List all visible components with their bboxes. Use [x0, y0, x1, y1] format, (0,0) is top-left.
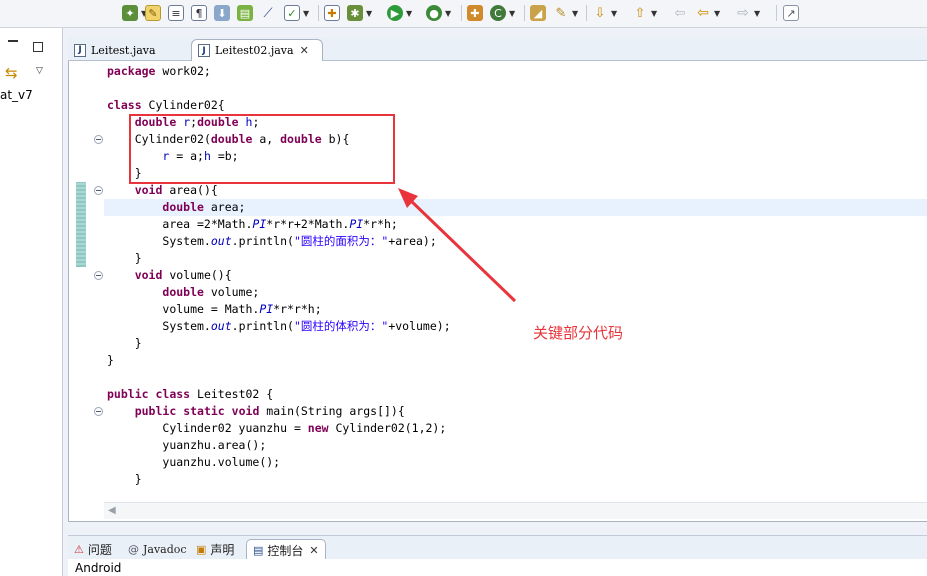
tab-declaration[interactable]: ▣ 声明: [196, 539, 234, 559]
tab-label: 问题: [87, 542, 112, 557]
declaration-icon: ▣: [196, 542, 207, 556]
problems-icon: ⚠: [74, 542, 84, 556]
annotation-label: 关键部分代码: [533, 324, 624, 342]
tab-label: Javadoc: [143, 542, 187, 556]
tab-problems[interactable]: ⚠ 问题: [74, 539, 112, 559]
close-icon[interactable]: ✕: [309, 544, 318, 557]
annotation-arrow-line: [406, 196, 517, 303]
console-icon: ▤: [253, 543, 264, 557]
annotation-arrow: [398, 188, 517, 303]
bottom-panel-tabs: ⚠ 问题 @ Javadoc ▣ 声明 ▤ 控制台 ✕: [68, 535, 927, 560]
tab-label: 声明: [210, 542, 235, 557]
tab-console[interactable]: ▤ 控制台 ✕: [246, 539, 326, 560]
tab-label: 控制台: [267, 543, 304, 558]
javadoc-icon: @: [128, 542, 139, 556]
tab-javadoc[interactable]: @ Javadoc: [128, 539, 187, 559]
console-line: Android: [75, 561, 122, 575]
console-output[interactable]: Android: [68, 559, 927, 576]
